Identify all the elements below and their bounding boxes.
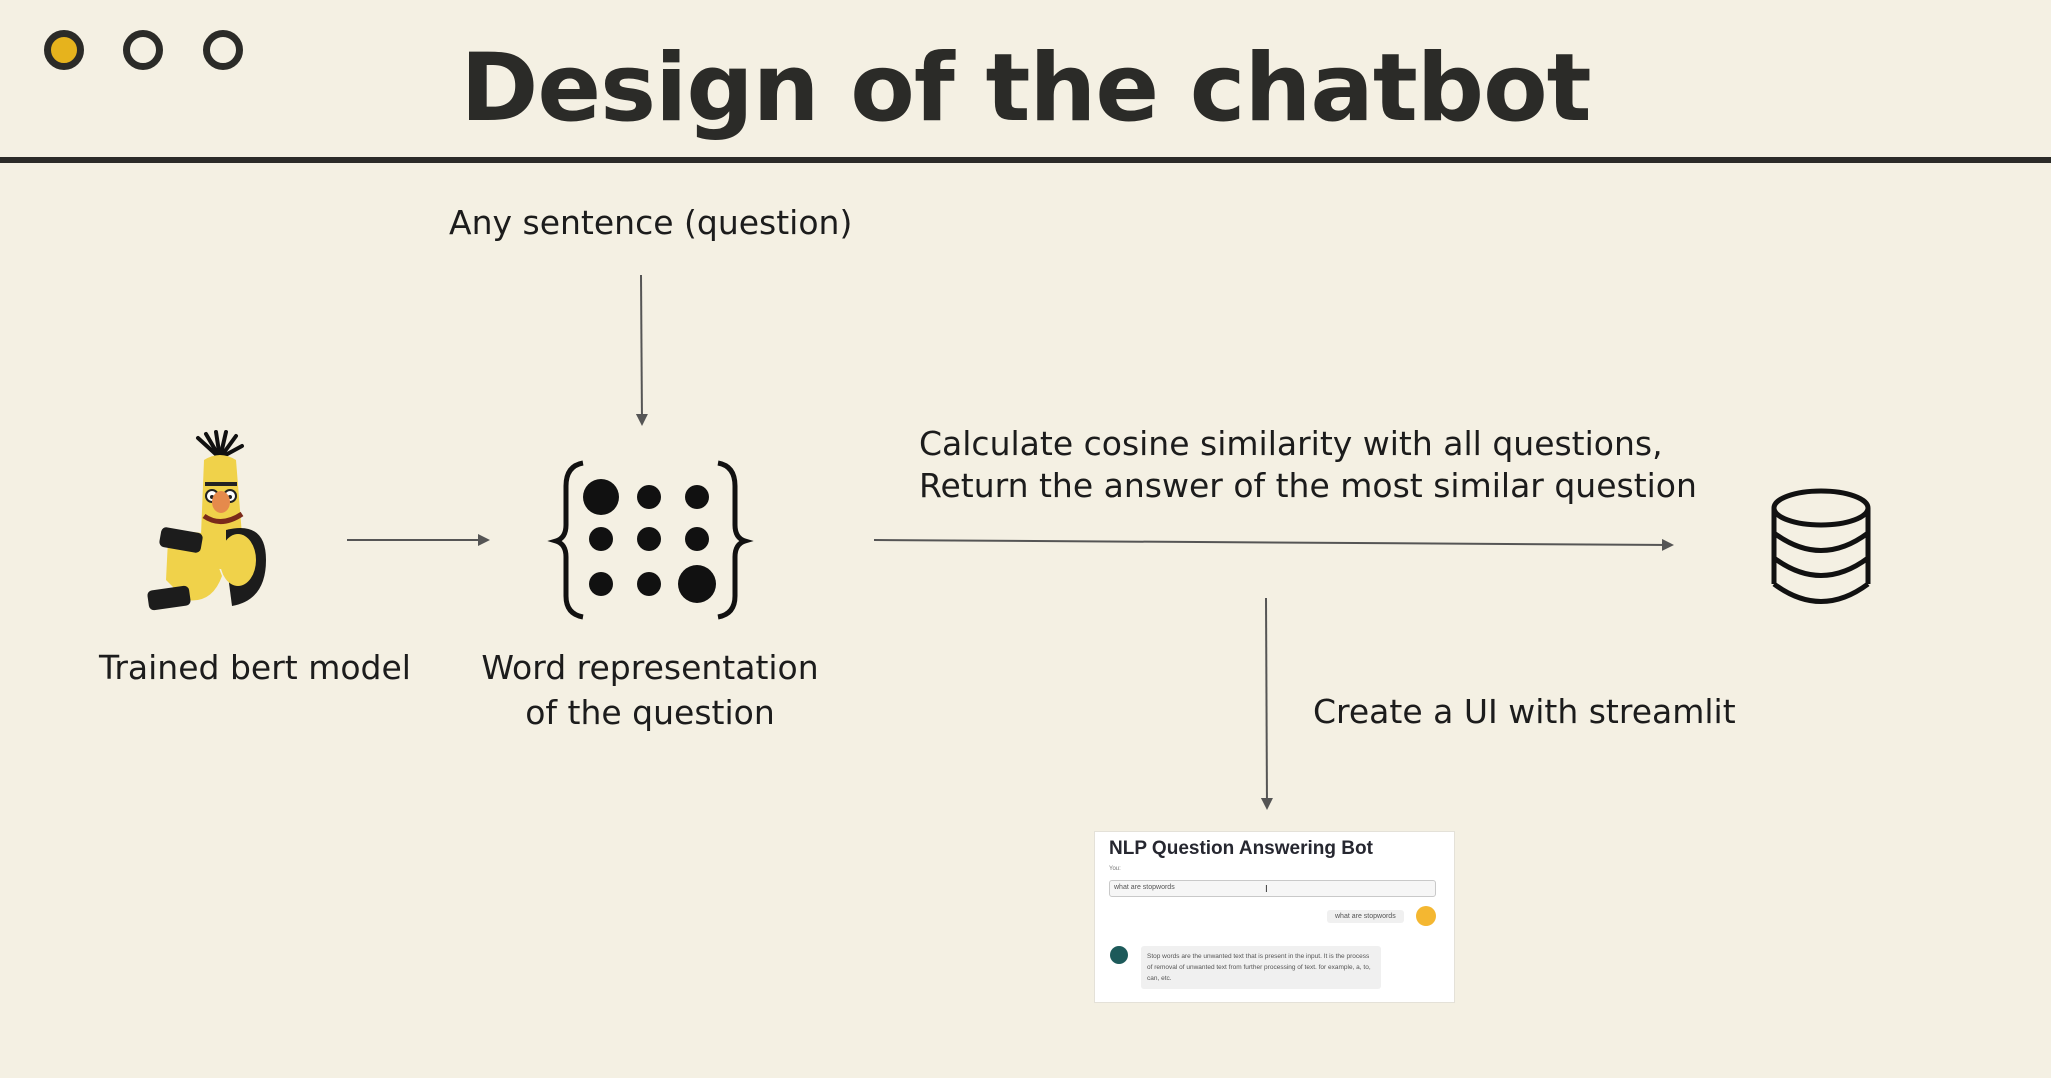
user-message-bubble: what are stopwords (1327, 910, 1404, 923)
app-title: NLP Question Answering Bot (1109, 838, 1373, 859)
app-input-label: You: (1109, 866, 1121, 872)
bert-character-icon (147, 430, 266, 611)
streamlit-app-preview: NLP Question Answering Bot You: what are… (1095, 832, 1454, 1002)
arrow-input-to-wordrep (635, 274, 648, 426)
bot-answer-bubble: Stop words are the unwanted text that is… (1141, 946, 1381, 989)
user-avatar (1416, 906, 1436, 926)
arrow-to-streamlit-ui (1260, 597, 1273, 810)
arrow-wordrep-to-database (873, 538, 1674, 551)
database-icon (1771, 488, 1871, 604)
diagram-canvas (147, 274, 1871, 810)
bot-avatar (1110, 946, 1128, 964)
app-question-input[interactable]: what are stopwords (1109, 880, 1436, 897)
vector-matrix-icon (547, 460, 754, 620)
text-cursor-icon: I (1265, 884, 1268, 895)
